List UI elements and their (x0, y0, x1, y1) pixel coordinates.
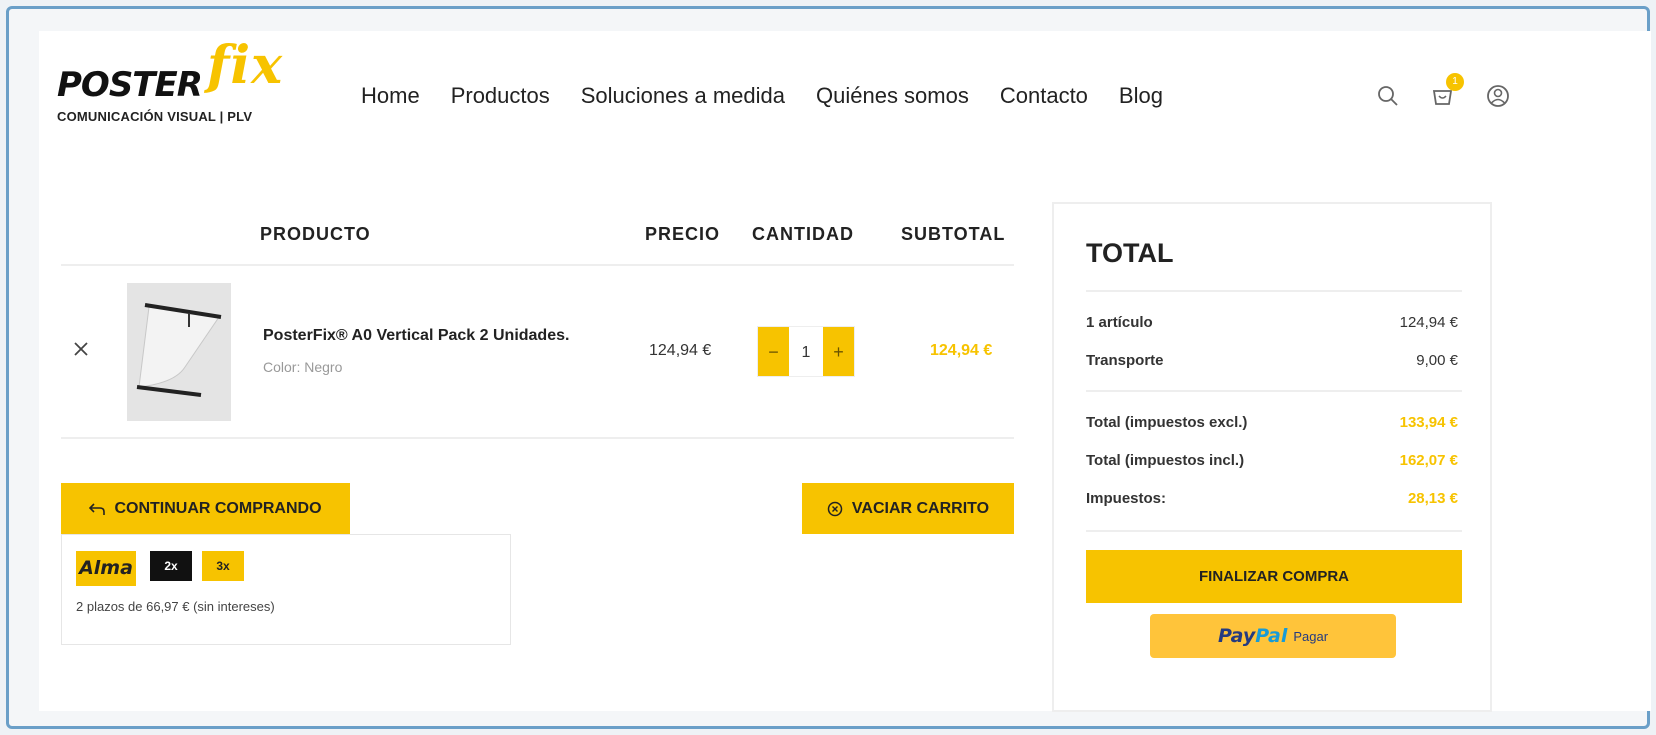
totals-items-value: 124,94 € (1399, 314, 1458, 331)
totals-shipping-label: Transporte (1086, 352, 1164, 369)
paypal-logo-pay: Pay (1217, 625, 1256, 647)
table-divider-bottom (61, 437, 1014, 439)
totals-items-label: 1 artículo (1086, 314, 1153, 331)
checkout-button[interactable]: FINALIZAR COMPRA (1086, 550, 1462, 603)
column-header-product: PRODUCTO (260, 224, 371, 244)
nav-contacto[interactable]: Contacto (1000, 83, 1088, 109)
column-header-subtotal: SUBTOTAL (901, 224, 1006, 244)
undo-arrow-icon (89, 502, 106, 515)
user-icon[interactable] (1485, 83, 1511, 109)
cart-count-badge: 1 (1446, 73, 1464, 91)
empty-cart-label: VACIAR CARRITO (851, 499, 990, 517)
nav-home[interactable]: Home (361, 83, 420, 109)
product-attribute: Color: Negro (263, 359, 343, 375)
continue-shopping-label: CONTINUAR COMPRANDO (114, 499, 322, 517)
totals-excl-tax-value: 133,94 € (1399, 414, 1458, 431)
totals-excl-tax-label: Total (impuestos excl.) (1086, 414, 1248, 431)
totals-incl-tax-value: 162,07 € (1399, 452, 1458, 469)
totals-tax-value: 28,13 € (1407, 490, 1458, 507)
totals-incl-tax-label: Total (impuestos incl.) (1086, 452, 1245, 469)
table-divider-top (61, 264, 1014, 266)
nav-quienes-somos[interactable]: Quiénes somos (816, 83, 969, 109)
product-price: 124,94 € (649, 342, 712, 359)
totals-divider-2 (1086, 390, 1462, 392)
site-logo[interactable]: POSTER fix COMUNICACIÓN VISUAL | PLV (57, 35, 307, 125)
totals-divider-3 (1086, 530, 1462, 532)
order-totals-panel: TOTAL 1 artículo 124,94 € Transporte 9,0… (1052, 202, 1492, 712)
alma-installments-widget: Alma 2x 3x 2 plazos de 66,97 € (sin inte… (61, 534, 511, 645)
logo-tagline: COMUNICACIÓN VISUAL | PLV (57, 109, 253, 124)
logo-main-text: POSTER (57, 65, 203, 105)
clear-circle-icon (827, 501, 843, 516)
alma-option-3x[interactable]: 3x (202, 551, 244, 581)
quantity-increase-button[interactable]: + (823, 327, 854, 376)
search-icon[interactable] (1375, 83, 1401, 109)
product-subtotal: 124,94 € (930, 342, 993, 359)
column-header-quantity: CANTIDAD (752, 224, 854, 244)
paypal-logo: PayPal (1218, 625, 1287, 647)
alma-option-2x[interactable]: 2x (150, 551, 192, 581)
quantity-input[interactable]: 1 (789, 327, 823, 376)
alma-logo: Alma (76, 551, 136, 586)
quantity-stepper: − 1 + (757, 326, 855, 377)
nav-productos[interactable]: Productos (451, 83, 550, 109)
totals-title: TOTAL (1086, 238, 1174, 268)
column-header-price: PRECIO (645, 224, 721, 244)
empty-cart-button[interactable]: VACIAR CARRITO (802, 483, 1014, 534)
paypal-label: Pagar (1293, 628, 1329, 644)
paypal-button[interactable]: PayPal Pagar (1150, 614, 1396, 658)
remove-item-icon[interactable] (71, 339, 91, 359)
alma-installment-text: 2 plazos de 66,97 € (sin intereses) (76, 599, 275, 614)
quantity-decrease-button[interactable]: − (758, 327, 789, 376)
product-name[interactable]: PosterFix® A0 Vertical Pack 2 Unidades. (263, 327, 569, 345)
totals-shipping-value: 9,00 € (1416, 352, 1458, 369)
screenshot-frame: POSTER fix COMUNICACIÓN VISUAL | PLV Hom… (6, 6, 1651, 729)
product-thumbnail[interactable] (127, 283, 231, 421)
cart-icon[interactable]: 1 (1430, 73, 1464, 109)
continue-shopping-button[interactable]: CONTINUAR COMPRANDO (61, 483, 350, 534)
cart-page: POSTER fix COMUNICACIÓN VISUAL | PLV Hom… (39, 31, 1651, 712)
main-nav: Home Productos Soluciones a medida Quién… (361, 83, 1163, 109)
paypal-logo-pal: Pal (1255, 625, 1288, 647)
nav-blog[interactable]: Blog (1119, 83, 1163, 109)
nav-soluciones[interactable]: Soluciones a medida (581, 83, 785, 109)
logo-accent-text: fix (207, 35, 284, 96)
totals-divider-1 (1086, 290, 1462, 292)
totals-tax-label: Impuestos: (1086, 490, 1167, 507)
